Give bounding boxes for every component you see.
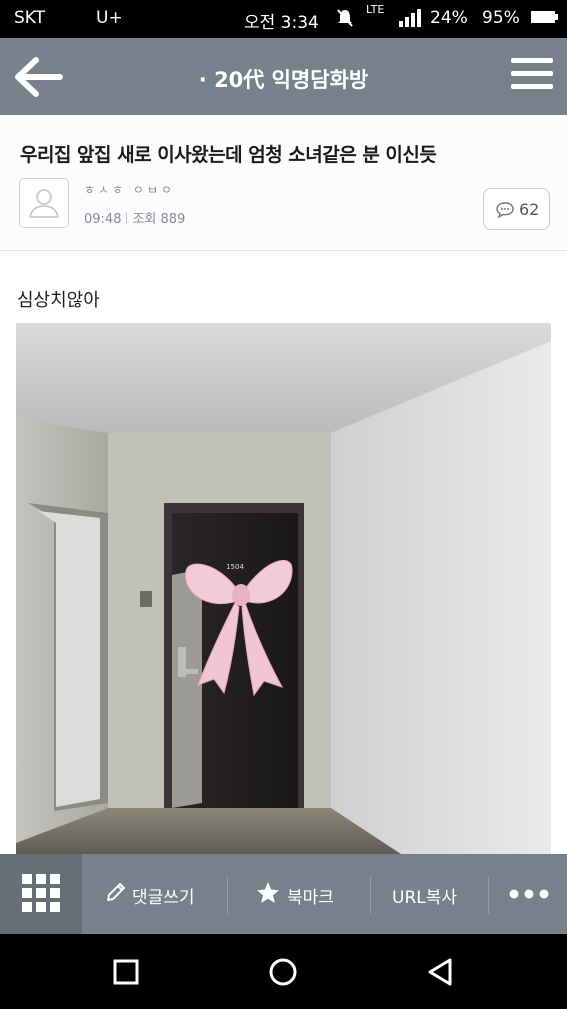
- more-button[interactable]: [500, 854, 567, 934]
- bookmark-label: 북마크: [287, 888, 334, 908]
- status-time: 오전 3:34: [244, 13, 319, 33]
- post-image[interactable]: 1504: [16, 323, 551, 854]
- battery-icon: [530, 8, 560, 31]
- star-icon: [255, 880, 281, 911]
- toolbar-divider: [488, 876, 489, 914]
- battery2-label: 95%: [482, 8, 520, 28]
- battery1-label: 24%: [430, 8, 468, 28]
- comment-count: 62: [519, 200, 540, 219]
- bookmark-button[interactable]: 북마크: [255, 854, 355, 934]
- status-bar: SKT U+ 오전 3:34 LTE 24% 95%: [0, 0, 567, 38]
- write-comment-label: 댓글쓰기: [132, 888, 195, 908]
- menu-button[interactable]: [511, 58, 553, 94]
- meta-divider: [126, 212, 128, 224]
- avatar[interactable]: [19, 178, 69, 228]
- post-meta: 09:48 조회 889: [84, 208, 185, 227]
- author-name[interactable]: ㅎㅅㅎ ㅇㅂㅇ: [84, 181, 175, 198]
- toolbar-divider: [227, 876, 228, 914]
- carrier-label: SKT: [14, 8, 46, 28]
- back-nav-button[interactable]: [422, 954, 458, 990]
- grid-icon: [22, 874, 60, 912]
- square-icon: [113, 959, 139, 985]
- mute-icon: [336, 8, 354, 33]
- hallway-photo: 1504: [16, 323, 551, 854]
- door-number: 1504: [226, 563, 244, 571]
- post-title: 우리집 앞집 새로 이사왔는데 엄청 소녀같은 분 이신듯: [20, 144, 437, 166]
- back-button[interactable]: [12, 56, 64, 98]
- write-comment-button[interactable]: 댓글쓰기: [100, 854, 220, 934]
- more-dots-icon: [509, 889, 549, 899]
- default-user-icon: [29, 189, 59, 218]
- comment-count-button[interactable]: 62: [483, 188, 550, 230]
- signal-icon: [398, 8, 424, 33]
- page-title: · 20代 익명담화방: [198, 68, 369, 92]
- app-bar: · 20代 익명담화방: [0, 38, 567, 115]
- comment-bubble-icon: [495, 201, 515, 223]
- hamburger-icon: [511, 58, 553, 89]
- copy-url-label: URL복사: [392, 888, 458, 908]
- post-body-text: 심상치않아: [17, 290, 100, 311]
- carrier2-label: U+: [96, 8, 123, 28]
- bottom-toolbar: 댓글쓰기 북마크 URL복사: [0, 854, 567, 934]
- recent-apps-button[interactable]: [108, 954, 144, 990]
- pencil-icon: [104, 880, 128, 909]
- circle-icon: [269, 958, 297, 986]
- grid-menu-button[interactable]: [0, 854, 82, 934]
- arrow-left-icon: [15, 57, 63, 97]
- triangle-back-icon: [428, 958, 452, 986]
- post-time: 09:48: [84, 212, 122, 227]
- post-header: 우리집 앞집 새로 이사왔는데 엄청 소녀같은 분 이신듯 ㅎㅅㅎ ㅇㅂㅇ 09…: [0, 115, 567, 251]
- home-button[interactable]: [265, 954, 301, 990]
- network-label: LTE: [366, 3, 385, 16]
- copy-url-button[interactable]: URL복사: [392, 854, 482, 934]
- view-count: 조회 889: [132, 212, 186, 227]
- toolbar-divider: [370, 876, 371, 914]
- system-nav-bar: [0, 934, 567, 1009]
